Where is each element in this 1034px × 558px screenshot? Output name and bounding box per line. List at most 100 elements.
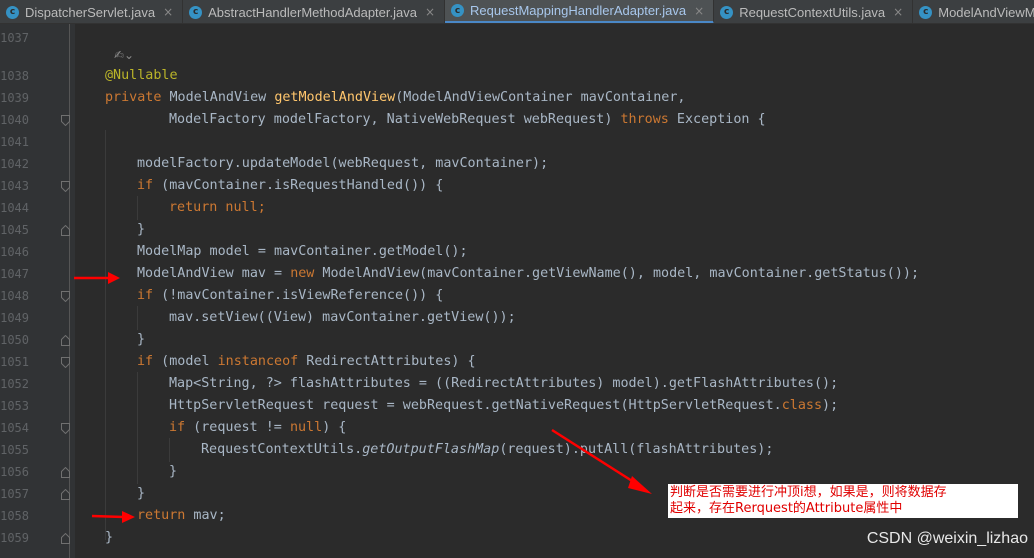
line-number: 1059 [0,531,29,545]
code-line-1052: Map<String, ?> flashAttributes = ((Redir… [169,373,838,395]
tab-model-and-view-method[interactable]: c ModelAndViewMet [913,0,1034,23]
red-arrow-icon [551,428,652,494]
red-arrow-icon [74,272,120,284]
fold-icon[interactable] [61,115,70,126]
code-token: } [169,464,178,479]
code-token: mav; [185,508,226,523]
keyword-token: class [781,398,823,413]
close-icon[interactable]: × [163,5,173,19]
code-token: RedirectAttributes) { [298,354,476,369]
indent-guide [137,196,138,220]
code-line-1057: } [137,483,145,505]
line-number: 1051 [0,355,29,369]
keyword-token: null [217,200,258,215]
line-number: 1042 [0,157,29,171]
indent-guide [137,306,138,330]
red-arrow-icon [91,511,135,523]
fold-icon[interactable] [61,489,70,500]
code-token: ModelFactory modelFactory, NativeWebRequ… [169,112,621,127]
fold-icon[interactable] [61,181,70,192]
code-line-1051: if (model instanceof RedirectAttributes)… [137,351,476,373]
line-number: 1046 [0,245,29,259]
line-number: 1043 [0,179,29,193]
static-method-token: getOutputFlashMap [362,442,500,457]
class-icon: c [451,4,465,17]
line-number: 1050 [0,333,29,347]
close-icon[interactable]: × [425,5,435,19]
watermark: CSDN @weixin_lizhao [866,530,1028,547]
code-token: HttpServletRequest request = webRequest.… [169,398,782,413]
fold-icon[interactable] [61,225,70,236]
fold-icon[interactable] [61,423,70,434]
tab-label: RequestContextUtils.java [739,4,886,20]
fold-icon[interactable] [61,467,70,478]
fold-icon[interactable] [61,357,70,368]
line-number: 1045 [0,223,29,237]
code-line-1046: ModelMap model = mavContainer.getModel()… [137,241,468,263]
keyword-token: if [137,354,154,369]
code-token: ModelMap model = mavContainer.getModel()… [137,244,468,259]
code-token: mav.setView((View) mavContainer.getView(… [169,310,516,325]
class-icon: c [720,5,734,19]
line-number: 1044 [0,201,29,215]
annotation-note: 判断是否需要进行冲顶i想，如果是，则将数据存 起来，存在Rerquest的Att… [668,484,1018,518]
code-token: ; [257,200,266,215]
keyword-token: if [137,178,154,193]
method-name-token: getModelAndView [274,90,396,105]
tab-request-mapping-handler-adapter[interactable]: c RequestMappingHandlerAdapter.java × [445,0,715,23]
line-number: 1041 [0,135,29,149]
keyword-token: return [169,200,218,215]
keyword-token: null [289,420,323,435]
indent-guide [137,372,138,484]
code-line-1038: @Nullable [105,65,178,87]
code-token: } [137,486,146,501]
code-line-1042: modelFactory.updateModel(webRequest, mav… [137,153,548,175]
tab-request-context-utils[interactable]: c RequestContextUtils.java × [714,0,914,23]
code-token: modelFactory.updateModel(webRequest, mav… [137,156,549,171]
line-number: 1054 [0,421,29,435]
keyword-token: private [105,90,162,105]
code-token: Exception { [668,112,766,127]
line-number: 1052 [0,377,29,391]
tab-dispatcher-servlet[interactable]: c DispatcherServlet.java × [0,0,184,23]
class-icon: c [919,5,933,19]
code-line-1059: } [105,527,113,549]
close-icon[interactable]: × [694,4,704,18]
code-token: } [105,530,114,545]
close-icon[interactable]: × [893,5,903,19]
code-line-1050: } [137,329,145,351]
code-token: ModelAndView(mavContainer.getViewName(),… [314,266,920,281]
code-token: ); [822,398,839,413]
tab-label: RequestMappingHandlerAdapter.java [470,3,687,18]
keyword-token: new [290,266,315,281]
keyword-token: if [137,288,154,303]
line-number: 1048 [0,289,29,303]
author-hint-icon[interactable]: ✍⌄ [114,48,134,62]
keyword-token: throws [620,112,669,127]
line-number: 1058 [0,509,29,523]
fold-icon[interactable] [61,291,70,302]
annotation-note-line: 起来，存在Rerquest的Attribute属性中 [670,501,903,516]
line-number: 1037 [0,31,29,45]
code-token: (ModelAndViewContainer mavContainer, [395,90,686,105]
code-line-1040: ModelFactory modelFactory, NativeWebRequ… [169,109,766,131]
class-icon: c [6,5,19,19]
indent-guide [105,130,106,540]
code-line-1039: private ModelAndView getModelAndView(Mod… [105,87,685,109]
line-number: 1039 [0,91,29,105]
keyword-token: return [137,508,186,523]
tab-abstract-handler-method-adapter[interactable]: c AbstractHandlerMethodAdapter.java × [183,0,446,23]
code-line-1049: mav.setView((View) mavContainer.getView(… [169,307,516,329]
fold-icon[interactable] [61,335,70,346]
class-icon: c [189,5,203,19]
code-token: (request != [185,420,290,435]
code-line-1043: if (mavContainer.isRequestHandled()) { [137,175,443,197]
fold-icon[interactable] [61,533,70,544]
code-line-1045: } [137,219,145,241]
code-line-1055: RequestContextUtils.getOutputFlashMap(re… [201,439,773,461]
tab-label: DispatcherServlet.java [25,4,156,20]
code-line-1044: return null; [169,197,266,219]
annotation-token: @Nullable [105,68,178,83]
code-token: RequestContextUtils. [201,442,363,457]
line-number: 1056 [0,465,29,479]
